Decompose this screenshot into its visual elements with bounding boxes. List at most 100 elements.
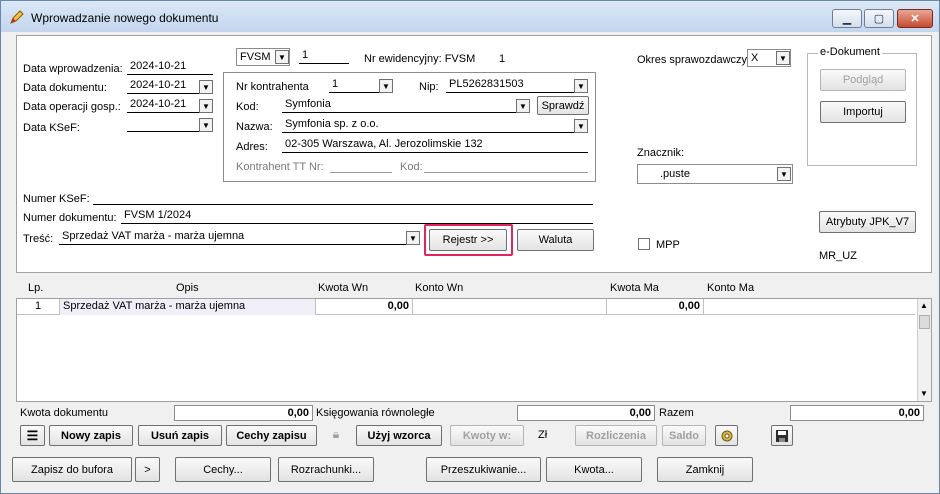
contractor-group: Nr kontrahenta 1 ▼ Nip: PL5262831503 ▼ K…: [223, 72, 596, 182]
cell-konto-wn[interactable]: [413, 299, 607, 315]
nr-ewidencyjny-value: 1: [499, 53, 506, 65]
data-operacji-label: Data operacji gosp.:: [23, 101, 121, 113]
numer-dokumentu-label: Numer dokumentu:: [23, 212, 117, 224]
mpp-checkbox[interactable]: [638, 238, 650, 250]
znacznik-select[interactable]: .puste: [637, 164, 793, 184]
edokument-group: e-Dokument Podgląd Importuj: [807, 46, 917, 166]
cell-konto-ma[interactable]: [704, 299, 915, 315]
saldo-button[interactable]: Saldo: [662, 425, 706, 446]
data-dokumentu-label: Data dokumentu:: [23, 82, 107, 94]
kontrahent-tt-label: Kontrahent TT Nr:: [236, 161, 324, 173]
znacznik-dropdown-icon[interactable]: ▼: [777, 167, 791, 181]
data-operacji-input[interactable]: 2024-10-21: [127, 98, 199, 113]
numer-dokumentu-input[interactable]: FVSM 1/2024: [121, 209, 593, 224]
nazwa-input[interactable]: Symfonia sp. z o.o.: [282, 118, 574, 133]
data-operacji-dropdown-icon[interactable]: ▼: [199, 99, 213, 113]
okres-dropdown-icon[interactable]: ▼: [776, 51, 790, 65]
cechy-zapisu-button[interactable]: Cechy zapisu: [226, 425, 317, 446]
adres-input[interactable]: 02-305 Warszawa, Al. Jerozolimskie 132: [282, 138, 588, 153]
zapisz-more-button[interactable]: >: [135, 457, 160, 482]
col-header-konto-ma: Konto Ma: [707, 282, 755, 294]
atrybuty-jpk-button[interactable]: Atrybuty JPK_V7: [819, 211, 916, 233]
scroll-down-icon[interactable]: ▼: [920, 389, 928, 398]
rejestr-dropdown-icon[interactable]: ▼: [275, 50, 289, 64]
data-dokumentu-dropdown-icon[interactable]: ▼: [199, 80, 213, 94]
kod-input[interactable]: Symfonia: [282, 98, 516, 113]
close-icon: ✕: [910, 13, 920, 25]
data-wprowadzenia-label: Data wprowadzenia:: [23, 63, 123, 75]
nr-ewidencyjny-label: Nr ewidencyjny: FVSM: [364, 53, 476, 65]
zamknij-button[interactable]: Zamknij: [657, 457, 753, 482]
title-bar[interactable]: Wprowadzanie nowego dokumentu ▁ ▢ ✕: [1, 1, 939, 32]
lines-arrow-icon: ☰: [26, 427, 39, 443]
rozliczenia-button[interactable]: Rozliczenia: [575, 425, 657, 446]
numer-ksef-label: Numer KSeF:: [23, 193, 90, 205]
kwoty-w-button[interactable]: Kwoty w:: [450, 425, 524, 446]
uzyj-wzorca-button[interactable]: Użyj wzorca: [356, 425, 442, 446]
cell-opis[interactable]: Sprzedaż VAT marża - marża ujemna: [60, 299, 316, 315]
toggle-lines-button[interactable]: ☰: [20, 425, 45, 446]
kod-label: Kod:: [236, 101, 259, 113]
client-area: Data wprowadzenia: 2024-10-21 Data dokum…: [8, 32, 932, 488]
lock-icon[interactable]: 🔒︎: [328, 427, 344, 443]
znacznik-label: Znacznik:: [637, 147, 685, 159]
rejestr-number-input[interactable]: 1: [299, 49, 349, 64]
razem-label: Razem: [659, 407, 694, 419]
col-header-opis: Opis: [176, 282, 199, 294]
entries-grid[interactable]: 1 Sprzedaż VAT marża - marża ujemna 0,00…: [16, 298, 932, 402]
kontrahent-tt-kod-input[interactable]: [424, 158, 588, 173]
grid-scrollbar[interactable]: ▲ ▼: [917, 299, 931, 401]
cechy-button[interactable]: Cechy...: [175, 457, 271, 482]
cell-kwota-wn[interactable]: 0,00: [316, 299, 413, 315]
currency-label: Zł: [538, 429, 548, 441]
podglad-button[interactable]: Podgląd: [820, 69, 906, 91]
scroll-thumb[interactable]: [919, 315, 930, 329]
numer-ksef-input[interactable]: [93, 190, 593, 205]
data-dokumentu-input[interactable]: 2024-10-21: [127, 79, 199, 94]
maximize-icon: ▢: [873, 13, 885, 25]
kwota-button[interactable]: Kwota...: [546, 457, 642, 482]
importuj-button[interactable]: Importuj: [820, 101, 906, 123]
tresc-input[interactable]: Sprzedaż VAT marża - marża ujemna: [59, 230, 406, 245]
document-entry-window: Wprowadzanie nowego dokumentu ▁ ▢ ✕ Data…: [0, 0, 940, 494]
nr-kontrahenta-dropdown-icon[interactable]: ▼: [379, 79, 393, 93]
data-ksef-dropdown-icon[interactable]: ▼: [199, 118, 213, 132]
ksiegowania-value: 0,00: [517, 405, 655, 421]
close-button[interactable]: ✕: [897, 9, 933, 28]
nr-kontrahenta-label: Nr kontrahenta: [236, 81, 309, 93]
kwota-dokumentu-value: 0,00: [174, 405, 313, 421]
kod-dropdown-icon[interactable]: ▼: [516, 99, 530, 113]
zapisz-do-bufora-button[interactable]: Zapisz do bufora: [12, 457, 132, 482]
nip-input[interactable]: PL5262831503: [446, 78, 574, 93]
okres-value: X: [751, 52, 759, 64]
gear-icon: [721, 430, 732, 441]
waluta-button[interactable]: Waluta: [517, 229, 594, 251]
cell-lp[interactable]: 1: [17, 299, 60, 315]
przeszukiwanie-button[interactable]: Przeszukiwanie...: [426, 457, 541, 482]
znacznik-value: .puste: [660, 168, 690, 180]
nowy-zapis-button[interactable]: Nowy zapis: [49, 425, 133, 446]
nip-dropdown-icon[interactable]: ▼: [574, 79, 588, 93]
scroll-up-icon[interactable]: ▲: [920, 301, 928, 310]
maximize-button[interactable]: ▢: [864, 9, 894, 28]
nr-kontrahenta-input[interactable]: 1: [329, 78, 379, 93]
table-row[interactable]: 1 Sprzedaż VAT marża - marża ujemna 0,00…: [17, 299, 915, 315]
ksiegowania-label: Księgowania równoległe: [316, 407, 435, 419]
edokument-title: e-Dokument: [818, 46, 882, 58]
save-disk-button[interactable]: [771, 425, 793, 446]
usun-zapis-button[interactable]: Usuń zapis: [138, 425, 222, 446]
nazwa-dropdown-icon[interactable]: ▼: [574, 119, 588, 133]
kontrahent-tt-input[interactable]: [330, 158, 392, 173]
minimize-button[interactable]: ▁: [832, 9, 862, 28]
razem-value: 0,00: [790, 405, 924, 421]
data-ksef-input[interactable]: [127, 117, 199, 132]
nazwa-label: Nazwa:: [236, 121, 273, 133]
gear-button[interactable]: [715, 425, 738, 446]
mr-uz-label: MR_UZ: [819, 250, 857, 262]
adres-label: Adres:: [236, 141, 268, 153]
tresc-dropdown-icon[interactable]: ▼: [406, 231, 420, 245]
data-wprowadzenia-value: 2024-10-21: [127, 60, 213, 75]
sprawdz-button[interactable]: Sprawdź: [537, 96, 589, 115]
rozrachunki-button[interactable]: Rozrachunki...: [278, 457, 374, 482]
cell-kwota-ma[interactable]: 0,00: [607, 299, 704, 315]
